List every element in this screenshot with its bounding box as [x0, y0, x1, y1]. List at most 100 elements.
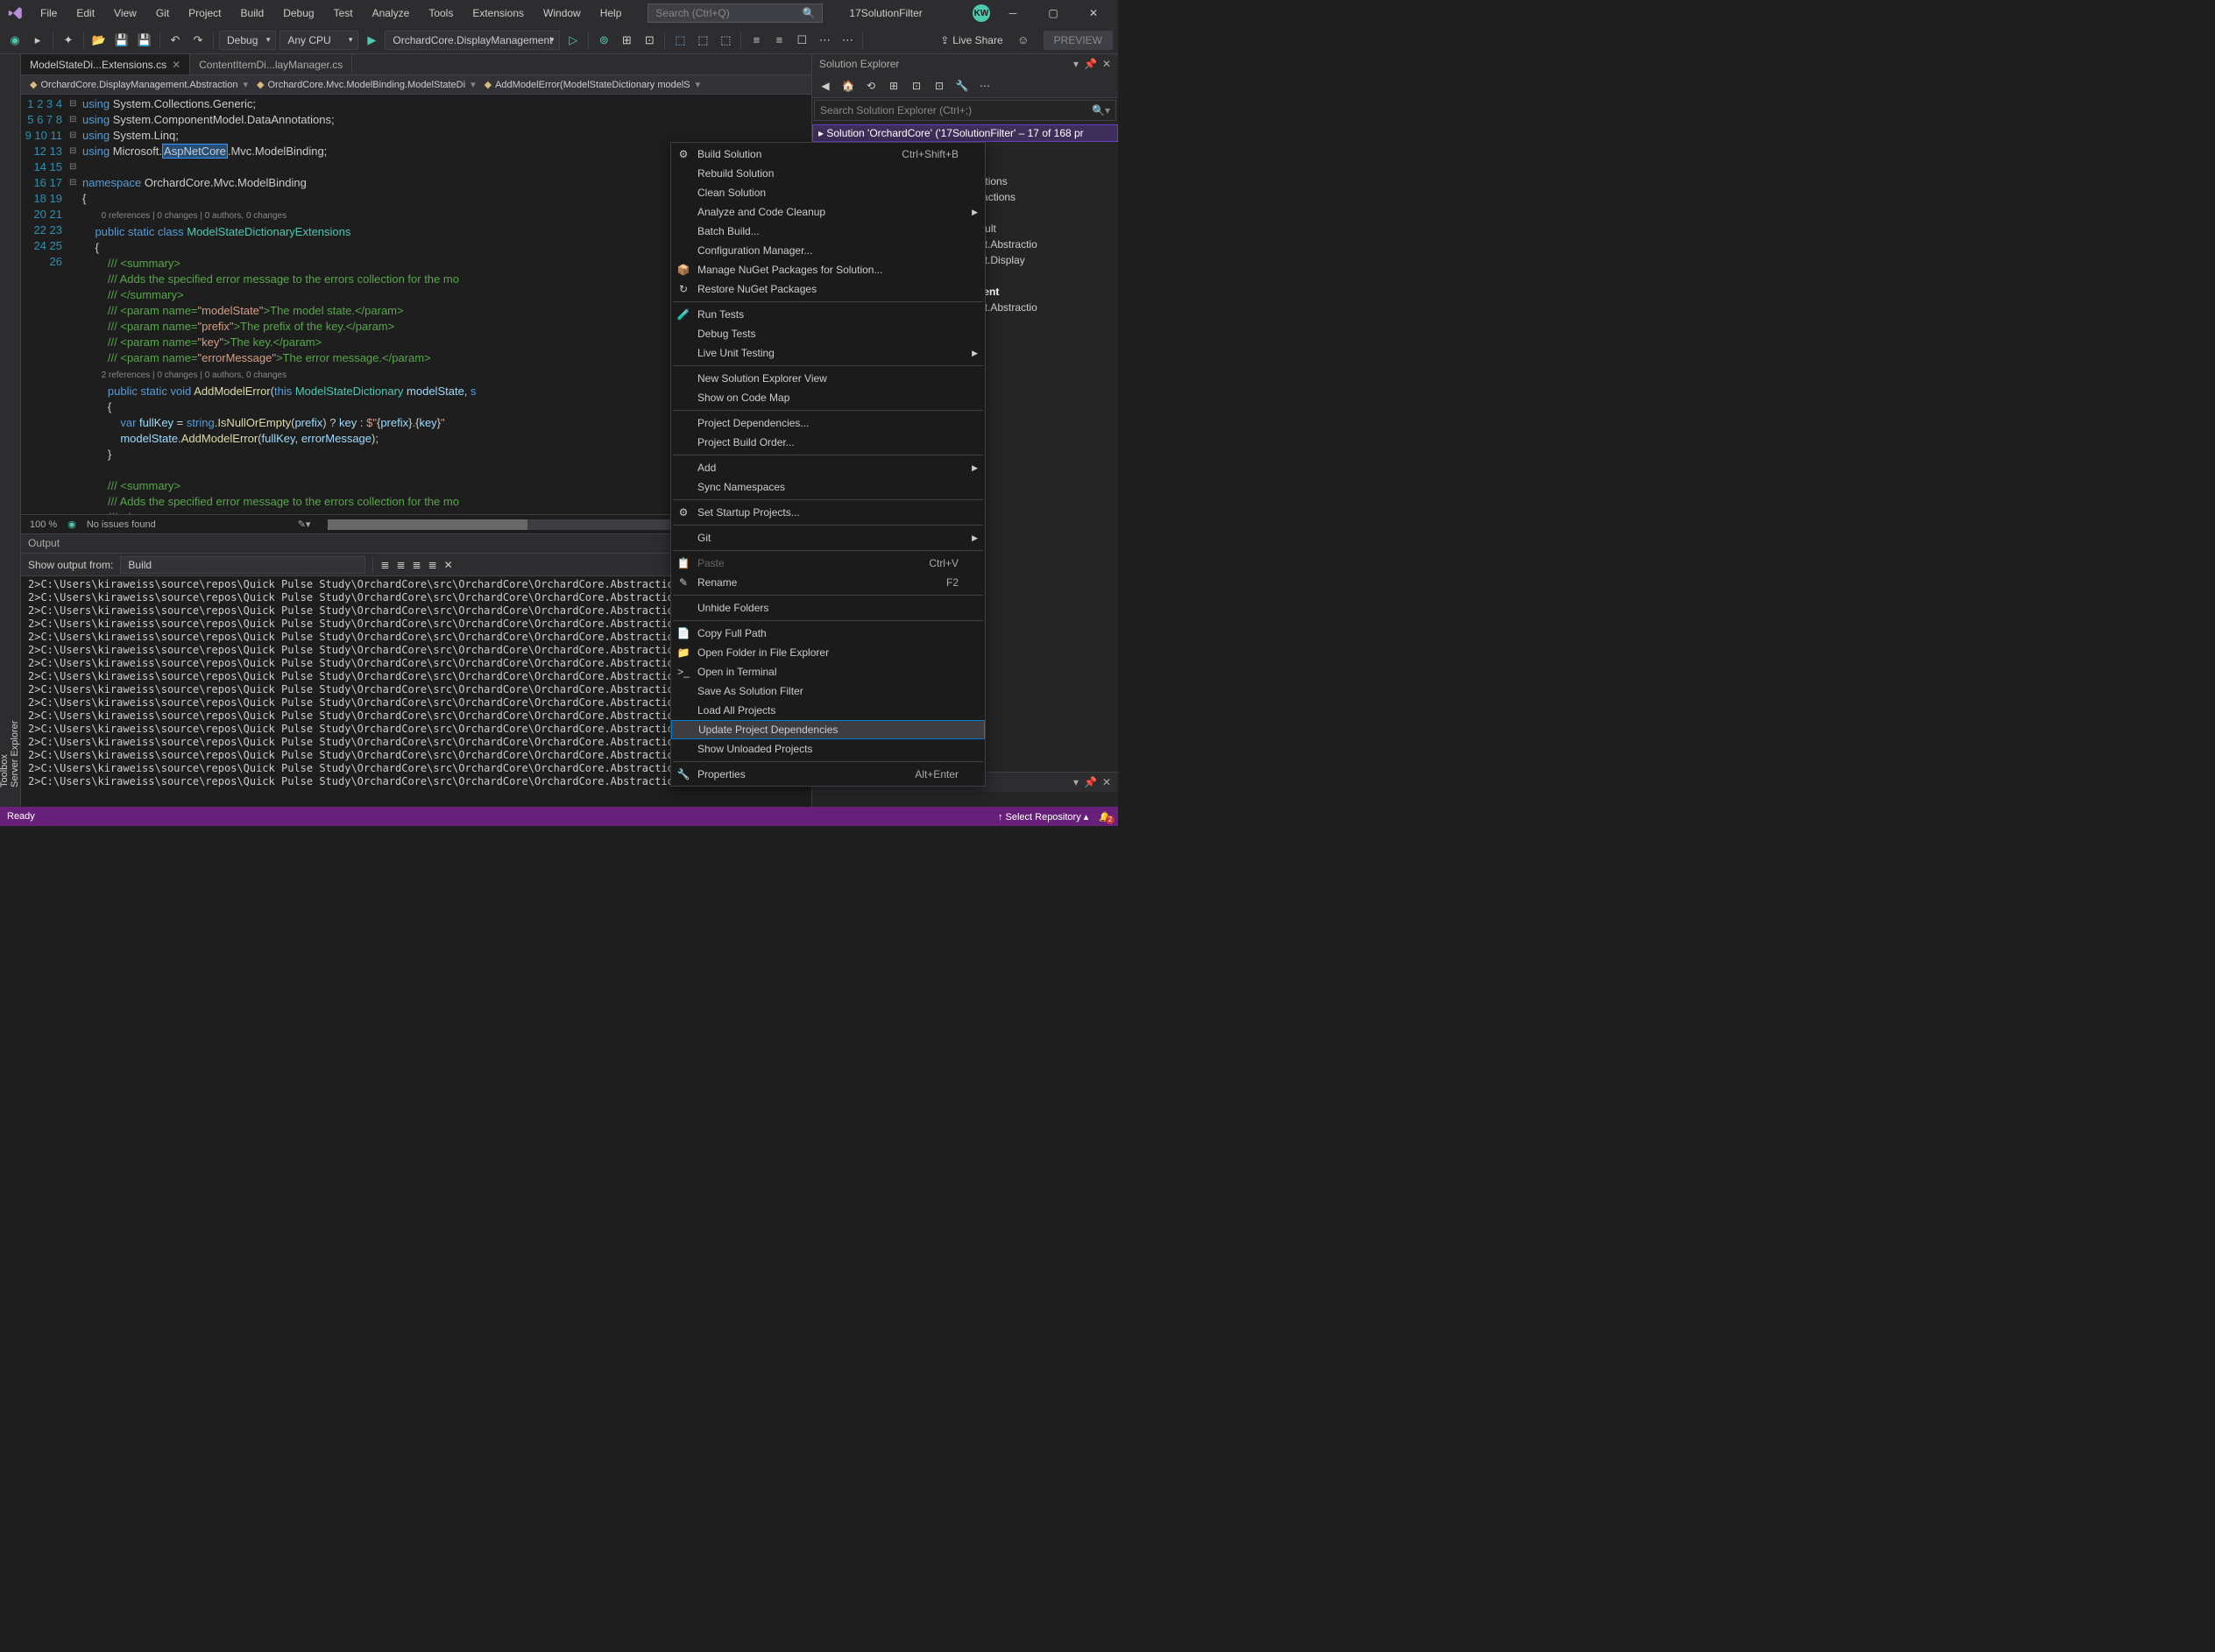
tool-icon-7[interactable]: ≡: [747, 31, 766, 50]
menu-extensions[interactable]: Extensions: [464, 4, 533, 23]
maximize-button[interactable]: ▢: [1036, 0, 1071, 26]
output-tool-1[interactable]: ≣: [380, 559, 389, 571]
save-all-icon[interactable]: 💾: [135, 31, 154, 50]
output-tool-3[interactable]: ≣: [413, 559, 421, 571]
se-sync-icon[interactable]: ⟲: [861, 76, 881, 95]
menu-view[interactable]: View: [105, 4, 145, 23]
output-clear-icon[interactable]: ✕: [444, 559, 453, 571]
solution-root[interactable]: ▸ Solution 'OrchardCore' ('17SolutionFil…: [812, 124, 1118, 142]
tool-icon-8[interactable]: ≡: [769, 31, 789, 50]
document-tab[interactable]: ModelStateDi...Extensions.cs✕: [21, 54, 190, 74]
menu-item-paste[interactable]: 📋PasteCtrl+V: [671, 554, 985, 573]
breadcrumb-item[interactable]: ◆ OrchardCore.DisplayManagement.Abstract…: [26, 79, 253, 90]
menu-item-set-startup-projects-[interactable]: ⚙Set Startup Projects...: [671, 503, 985, 522]
menu-item-unhide-folders[interactable]: Unhide Folders: [671, 598, 985, 618]
tool-icon-10[interactable]: ⋯: [815, 31, 834, 50]
menu-item-clean-solution[interactable]: Clean Solution: [671, 183, 985, 202]
menu-edit[interactable]: Edit: [67, 4, 103, 23]
menu-analyze[interactable]: Analyze: [364, 4, 419, 23]
start-button[interactable]: ▶: [362, 31, 381, 50]
menu-debug[interactable]: Debug: [274, 4, 322, 23]
config-combo[interactable]: Debug: [219, 31, 276, 50]
back-button[interactable]: ◉: [5, 31, 25, 50]
tool-icon-9[interactable]: ☐: [792, 31, 811, 50]
menu-item-show-unloaded-projects[interactable]: Show Unloaded Projects: [671, 739, 985, 759]
menu-test[interactable]: Test: [325, 4, 362, 23]
menu-item-configuration-manager-[interactable]: Configuration Manager...: [671, 241, 985, 260]
notifications-icon[interactable]: 🔔2: [1099, 811, 1111, 822]
platform-combo[interactable]: Any CPU: [280, 31, 358, 50]
server-explorer-tab[interactable]: Server Explorer: [10, 61, 20, 787]
save-icon[interactable]: 💾: [112, 31, 131, 50]
menu-item-project-dependencies-[interactable]: Project Dependencies...: [671, 413, 985, 433]
tool-icon-2[interactable]: ⊞: [617, 31, 636, 50]
menu-tools[interactable]: Tools: [420, 4, 462, 23]
menu-item-load-all-projects[interactable]: Load All Projects: [671, 701, 985, 720]
output-tool-4[interactable]: ≣: [428, 559, 437, 571]
se-wrench-icon[interactable]: 🔧: [952, 76, 972, 95]
menu-item-update-project-dependencies[interactable]: Update Project Dependencies: [671, 720, 985, 739]
menu-item-analyze-and-code-cleanup[interactable]: Analyze and Code Cleanup▶: [671, 202, 985, 222]
menu-item-open-in-terminal[interactable]: >_Open in Terminal: [671, 662, 985, 681]
start-target-combo[interactable]: OrchardCore.DisplayManagement: [385, 31, 560, 50]
se-tool-1[interactable]: ⊞: [884, 76, 903, 95]
se-more-icon[interactable]: ⋯: [975, 76, 994, 95]
menu-item-copy-full-path[interactable]: 📄Copy Full Path: [671, 624, 985, 643]
tool-icon-6[interactable]: ⬚: [716, 31, 735, 50]
close-tab-icon[interactable]: ✕: [172, 59, 180, 71]
menu-item-show-on-code-map[interactable]: Show on Code Map: [671, 388, 985, 407]
se-back-icon[interactable]: ◀: [816, 76, 835, 95]
menu-item-open-folder-in-file-explorer[interactable]: 📁Open Folder in File Explorer: [671, 643, 985, 662]
menu-item-manage-nuget-packages-for-solution-[interactable]: 📦Manage NuGet Packages for Solution...: [671, 260, 985, 279]
close-button[interactable]: ✕: [1076, 0, 1111, 26]
menu-project[interactable]: Project: [180, 4, 230, 23]
menu-item-project-build-order-[interactable]: Project Build Order...: [671, 433, 985, 452]
open-icon[interactable]: 📂: [89, 31, 109, 50]
forward-button[interactable]: ▸: [28, 31, 47, 50]
se-home-icon[interactable]: 🏠: [839, 76, 858, 95]
menu-file[interactable]: File: [32, 4, 66, 23]
feedback-icon[interactable]: ☺: [1014, 31, 1033, 50]
live-share-button[interactable]: ⇪ Live Share: [933, 32, 1009, 48]
minimize-button[interactable]: ─: [995, 0, 1030, 26]
menu-item-build-solution[interactable]: ⚙Build SolutionCtrl+Shift+B: [671, 145, 985, 164]
start-no-debug-button[interactable]: ▷: [563, 31, 583, 50]
menu-item-git[interactable]: Git▶: [671, 528, 985, 547]
breadcrumb-item[interactable]: ◆ OrchardCore.Mvc.ModelBinding.ModelStat…: [253, 79, 481, 90]
se-search-box[interactable]: Search Solution Explorer (Ctrl+;) 🔍▾: [814, 100, 1116, 121]
pin-icon[interactable]: 📌: [1084, 58, 1097, 70]
dropdown-icon[interactable]: ▾: [1073, 58, 1079, 70]
search-box[interactable]: Search (Ctrl+Q) 🔍: [648, 4, 823, 23]
menu-item-run-tests[interactable]: 🧪Run Tests: [671, 305, 985, 324]
repo-selector[interactable]: ↑ Select Repository ▴: [998, 811, 1088, 822]
menu-item-sync-namespaces[interactable]: Sync Namespaces: [671, 477, 985, 497]
menu-item-rename[interactable]: ✎RenameF2: [671, 573, 985, 592]
tool-icon-1[interactable]: ⊚: [594, 31, 613, 50]
menu-window[interactable]: Window: [534, 4, 590, 23]
close-panel-icon[interactable]: ✕: [1102, 58, 1111, 70]
menu-item-save-as-solution-filter[interactable]: Save As Solution Filter: [671, 681, 985, 701]
document-tab[interactable]: ContentItemDi...layManager.cs: [190, 54, 352, 74]
undo-icon[interactable]: ↶: [166, 31, 185, 50]
new-project-icon[interactable]: ✦: [59, 31, 78, 50]
toolbox-tab[interactable]: Toolbox: [0, 61, 10, 787]
menu-item-restore-nuget-packages[interactable]: ↻Restore NuGet Packages: [671, 279, 985, 299]
menu-item-live-unit-testing[interactable]: Live Unit Testing▶: [671, 343, 985, 363]
breadcrumb-item[interactable]: ◆ AddModelError(ModelStateDictionary mod…: [481, 79, 706, 90]
tool-icon-5[interactable]: ⬚: [693, 31, 712, 50]
menu-item-properties[interactable]: 🔧PropertiesAlt+Enter: [671, 765, 985, 784]
menu-item-debug-tests[interactable]: Debug Tests: [671, 324, 985, 343]
menu-item-rebuild-solution[interactable]: Rebuild Solution: [671, 164, 985, 183]
menu-help[interactable]: Help: [591, 4, 631, 23]
menu-git[interactable]: Git: [147, 4, 178, 23]
menu-item-new-solution-explorer-view[interactable]: New Solution Explorer View: [671, 369, 985, 388]
menu-item-batch-build-[interactable]: Batch Build...: [671, 222, 985, 241]
tool-icon-11[interactable]: ⋯: [838, 31, 857, 50]
tool-icon-4[interactable]: ⬚: [670, 31, 690, 50]
output-source-combo[interactable]: Build: [120, 556, 365, 574]
avatar[interactable]: KW: [973, 4, 990, 22]
output-tool-2[interactable]: ≣: [396, 559, 405, 571]
redo-icon[interactable]: ↷: [188, 31, 208, 50]
se-tool-2[interactable]: ⊡: [907, 76, 926, 95]
zoom-level[interactable]: 100 %: [30, 519, 57, 530]
